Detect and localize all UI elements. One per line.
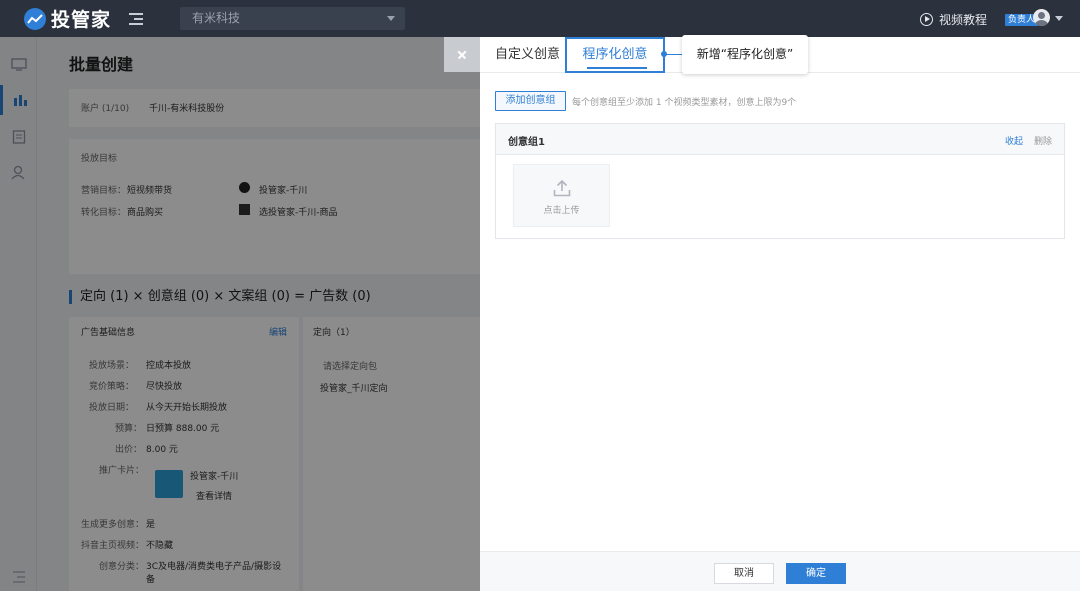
add-creative-group-button[interactable]: 添加创意组 [495, 91, 566, 111]
video-tutorial-link[interactable]: 视频教程 [920, 11, 987, 28]
close-icon[interactable] [444, 37, 480, 72]
tab-programmatic-label: 程序化创意 [582, 47, 648, 62]
video-tutorial-label: 视频教程 [939, 13, 988, 27]
brand-name: 投管家 [51, 9, 112, 31]
tab-programmatic-creative[interactable]: 程序化创意 [565, 37, 665, 73]
tab-custom-creative[interactable]: 自定义创意 [495, 37, 560, 72]
delete-link[interactable]: 删除 [1034, 134, 1052, 147]
confirm-button[interactable]: 确定 [786, 563, 846, 584]
play-icon [920, 13, 933, 26]
brand-logo[interactable]: 投管家 [24, 5, 111, 32]
collapse-link[interactable]: 收起 [1005, 134, 1023, 147]
creative-group-header: 创意组1 收起 删除 [496, 124, 1064, 155]
top-bar: 投管家 有米科技 视频教程 负责人 [0, 0, 1080, 37]
creative-drawer: 自定义创意 添加创意组 每个创意组至少添加 1 个视频类型素材，创意上限为9个 … [480, 37, 1080, 591]
upload-label: 点击上传 [543, 206, 580, 216]
company-select[interactable]: 有米科技 [180, 7, 405, 30]
logo-chart-icon [24, 7, 46, 30]
creative-group: 创意组1 收起 删除 点击上传 [495, 123, 1065, 239]
company-select-value: 有米科技 [192, 11, 241, 25]
menu-collapse-icon[interactable] [129, 12, 145, 26]
creative-group-title: 创意组1 [508, 137, 545, 148]
upload-area[interactable]: 点击上传 [513, 164, 610, 227]
drawer-footer: 取消 确定 [480, 551, 1080, 591]
creative-group-hint: 每个创意组至少添加 1 个视频类型素材，创意上限为9个 [572, 98, 797, 108]
active-tab-indicator [587, 67, 647, 69]
feature-callout: 新增“程序化创意” [682, 35, 808, 74]
chevron-down-icon [387, 16, 395, 21]
upload-icon [553, 180, 571, 197]
user-menu-caret-icon[interactable] [1055, 16, 1063, 21]
cancel-button[interactable]: 取消 [714, 563, 774, 584]
callout-line [665, 54, 683, 55]
avatar[interactable] [1033, 9, 1050, 26]
